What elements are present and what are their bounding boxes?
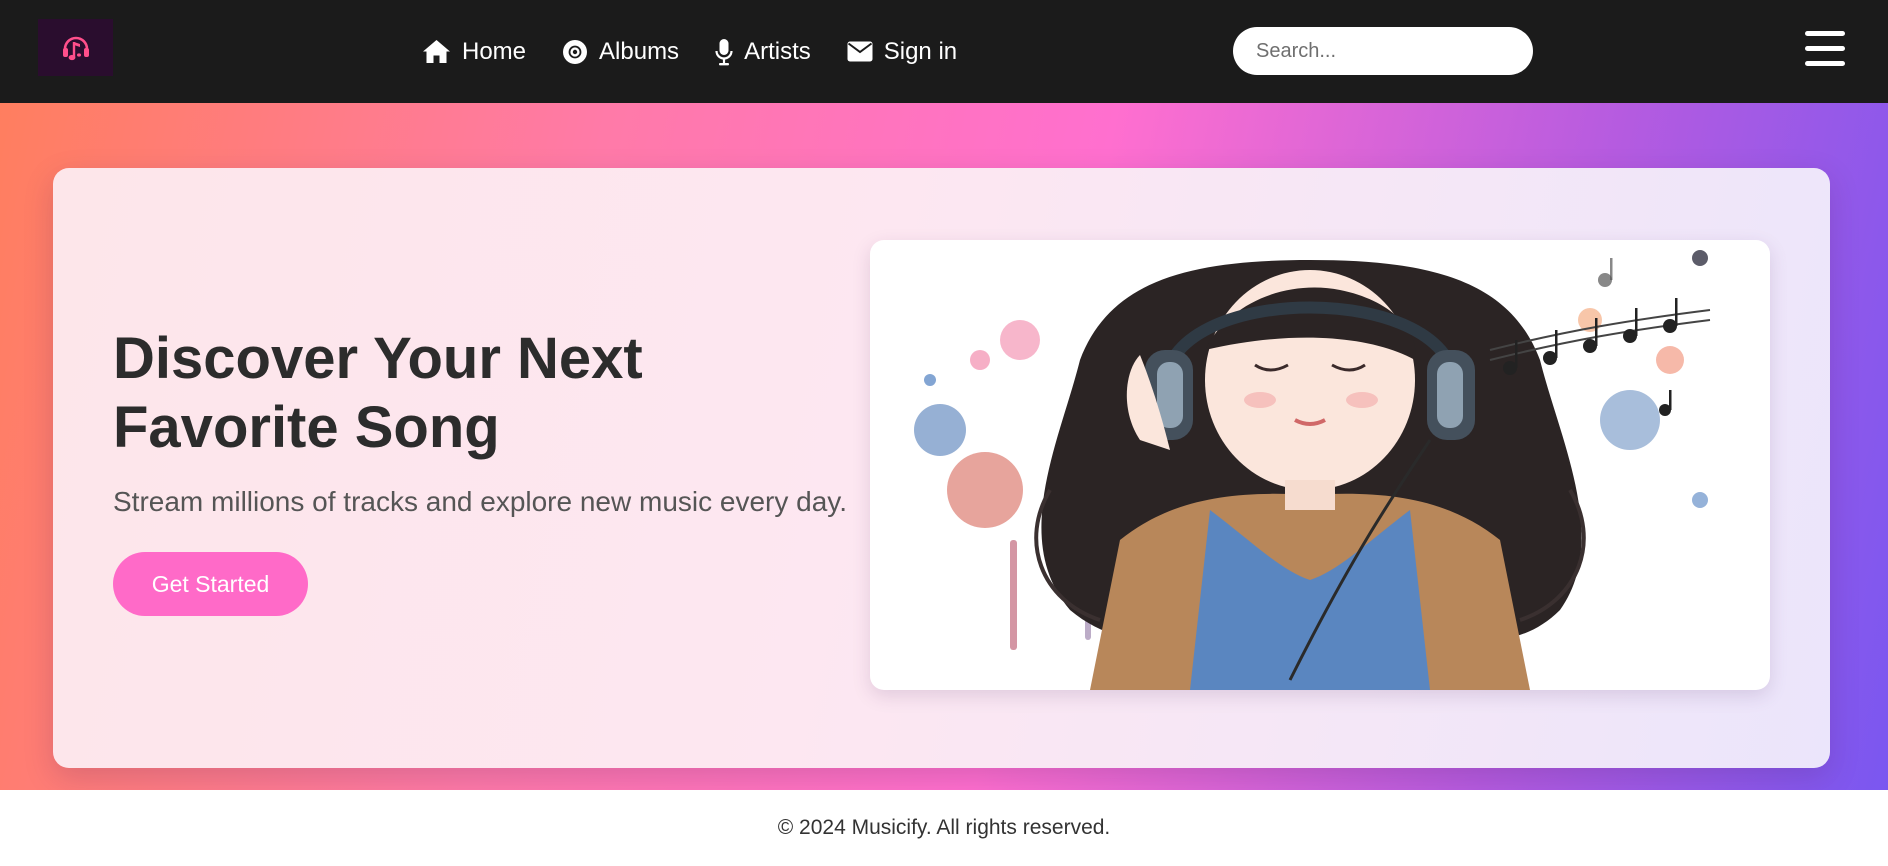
nav-item-label: Artists xyxy=(744,37,811,65)
hero-subtitle: Stream millions of tracks and explore ne… xyxy=(113,486,847,517)
get-started-button[interactable]: Get Started xyxy=(113,552,308,616)
hamburger-menu-icon xyxy=(1805,31,1845,36)
nav-item-label: Home xyxy=(462,37,527,65)
hamburger-menu-button[interactable] xyxy=(1805,31,1845,67)
envelope-icon xyxy=(847,41,873,62)
nav-item-sign-in[interactable]: Sign in xyxy=(847,38,957,66)
microphone-icon xyxy=(715,38,733,65)
hamburger-menu-icon xyxy=(1805,61,1845,66)
search-input[interactable] xyxy=(1233,27,1533,75)
copyright-text: © 2024 Musicify. All rights reserved. xyxy=(777,816,1111,839)
hero-image xyxy=(870,240,1770,690)
girl-with-headphones-illustration xyxy=(914,250,1711,690)
navbar: Home Albums Artists Sign in xyxy=(0,0,1888,103)
nav-item-artists[interactable]: Artists xyxy=(715,38,811,66)
nav-item-home[interactable]: Home xyxy=(422,38,526,66)
nav-item-label: Sign in xyxy=(883,37,958,65)
nav-item-label: Albums xyxy=(599,37,680,65)
headphones-music-note-icon xyxy=(62,36,89,60)
hamburger-menu-icon xyxy=(1805,46,1845,51)
nav-links: Home Albums Artists Sign in xyxy=(422,0,993,103)
disc-icon xyxy=(563,39,588,64)
nav-item-albums[interactable]: Albums xyxy=(562,38,679,66)
hero-card: Discover Your Next Favorite Song Stream … xyxy=(53,168,1830,768)
hero-section: Discover Your Next Favorite Song Stream … xyxy=(0,103,1888,790)
home-icon xyxy=(423,40,450,63)
footer: © 2024 Musicify. All rights reserved. xyxy=(0,790,1888,866)
hero-title: Discover Your Next Favorite Song xyxy=(113,326,643,460)
logo[interactable] xyxy=(38,19,113,76)
